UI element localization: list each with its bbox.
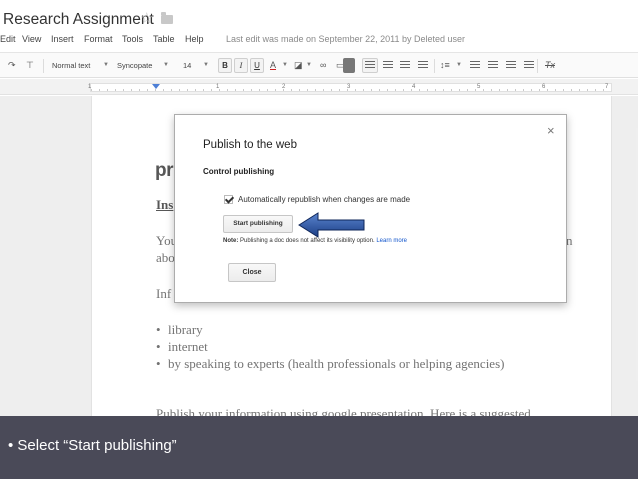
publish-dialog: Publish to the web × Control publishing … bbox=[174, 114, 567, 303]
ruler-number: 4 bbox=[412, 84, 416, 90]
align-center-icon[interactable] bbox=[383, 61, 393, 70]
menu-edit[interactable]: Edit bbox=[0, 34, 16, 44]
star-icon[interactable]: ☆ bbox=[140, 11, 153, 27]
bold-button[interactable]: B bbox=[218, 58, 232, 73]
learn-more-link[interactable]: Learn more bbox=[376, 238, 407, 244]
menu-tools[interactable]: Tools bbox=[122, 34, 143, 44]
toolbar-divider bbox=[43, 59, 44, 73]
bulleted-list-icon[interactable] bbox=[488, 61, 498, 70]
paint-format-icon[interactable]: ⊤ bbox=[26, 60, 34, 71]
toolbar-divider bbox=[434, 59, 435, 73]
highlight-icon[interactable]: ◪ bbox=[294, 60, 303, 71]
dialog-section-title: Control publishing bbox=[203, 167, 275, 176]
ruler-number: 1 bbox=[88, 84, 92, 90]
note-label: Note: bbox=[223, 238, 239, 244]
close-button[interactable]: Close bbox=[228, 263, 276, 282]
menu-view[interactable]: View bbox=[22, 34, 41, 44]
ruler-number: 7 bbox=[605, 84, 609, 90]
dialog-title: Publish to the web bbox=[203, 139, 297, 151]
indent-marker[interactable] bbox=[152, 84, 160, 89]
chevron-down-icon: ▼ bbox=[163, 62, 169, 68]
toolbar: ↷ ⊤ Normal text ▼ Syncopate ▼ 14 ▼ B I U… bbox=[0, 52, 638, 78]
align-right-icon[interactable] bbox=[400, 61, 410, 70]
link-icon[interactable]: ∞ bbox=[320, 60, 326, 71]
increase-indent-icon[interactable] bbox=[524, 61, 534, 70]
align-justify-icon[interactable] bbox=[418, 61, 428, 70]
pointer-arrow-icon bbox=[298, 212, 365, 238]
last-edit-link[interactable]: Last edit was made on September 22, 2011… bbox=[226, 34, 465, 44]
chevron-down-icon: ▼ bbox=[103, 62, 109, 68]
ruler-number: 6 bbox=[542, 84, 546, 90]
dialog-note: Note: Publishing a doc does not affect i… bbox=[223, 238, 407, 244]
start-publishing-button[interactable]: Start publishing bbox=[223, 215, 293, 233]
ruler-number: 5 bbox=[477, 84, 481, 90]
ruler-number: 3 bbox=[347, 84, 351, 90]
auto-republish-checkbox[interactable] bbox=[224, 195, 233, 204]
style-select[interactable]: Normal text bbox=[52, 61, 90, 70]
caption-text: • Select “Start publishing” bbox=[8, 437, 177, 454]
italic-button[interactable]: I bbox=[234, 58, 248, 73]
ruler-number: 2 bbox=[282, 84, 286, 90]
align-left-button[interactable] bbox=[362, 58, 378, 73]
slide-caption: • Select “Start publishing” bbox=[0, 416, 638, 479]
toolbar-divider bbox=[537, 59, 538, 73]
chevron-down-icon: ▼ bbox=[306, 62, 312, 68]
chevron-down-icon: ▼ bbox=[456, 62, 462, 68]
close-icon[interactable]: × bbox=[547, 124, 555, 137]
menu-bar: Edit View Insert Format Tools Table Help… bbox=[0, 30, 638, 50]
ruler-number: 1 bbox=[216, 84, 220, 90]
note-text: Publishing a doc does not affect its vis… bbox=[238, 238, 377, 244]
menu-format[interactable]: Format bbox=[84, 34, 113, 44]
chevron-down-icon: ▼ bbox=[282, 62, 288, 68]
line-spacing-icon[interactable]: ↕≡ bbox=[440, 60, 450, 71]
title-bar: Research Assignment ☆ bbox=[0, 0, 638, 30]
redo-icon[interactable]: ↷ bbox=[8, 60, 16, 71]
chevron-down-icon: ▼ bbox=[203, 62, 209, 68]
font-select[interactable]: Syncopate bbox=[117, 61, 152, 70]
text-color-button[interactable]: A bbox=[270, 60, 276, 71]
numbered-list-icon[interactable] bbox=[470, 61, 480, 70]
menu-help[interactable]: Help bbox=[185, 34, 204, 44]
document-title[interactable]: Research Assignment bbox=[3, 11, 154, 29]
folder-icon[interactable] bbox=[161, 12, 173, 24]
menu-insert[interactable]: Insert bbox=[51, 34, 74, 44]
align-left-icon bbox=[365, 61, 375, 70]
clear-formatting-icon[interactable]: Tx bbox=[545, 60, 555, 71]
font-size-select[interactable]: 14 bbox=[183, 61, 191, 70]
menu-table[interactable]: Table bbox=[153, 34, 175, 44]
auto-republish-label[interactable]: Automatically republish when changes are… bbox=[238, 195, 410, 204]
decrease-indent-icon[interactable] bbox=[506, 61, 516, 70]
image-icon[interactable] bbox=[343, 58, 355, 73]
ruler[interactable] bbox=[90, 83, 612, 92]
underline-button[interactable]: U bbox=[250, 58, 264, 73]
